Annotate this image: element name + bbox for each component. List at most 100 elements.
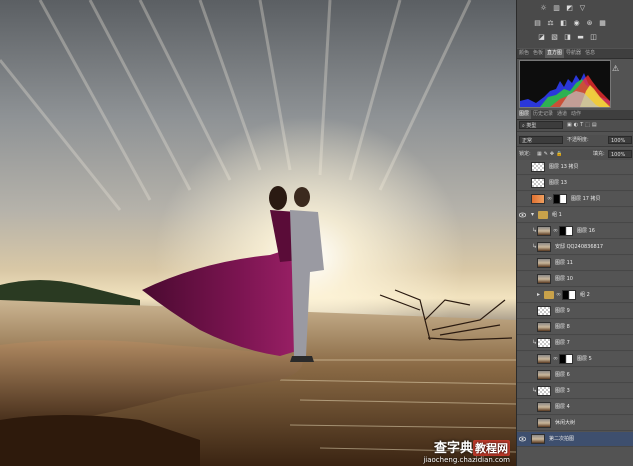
grid-icon[interactable]: ▦	[598, 19, 607, 27]
layer-row[interactable]: 图层 13	[517, 176, 633, 191]
link-icon[interactable]: ∞	[547, 192, 552, 206]
layer-thumbnail	[537, 258, 551, 268]
eye-icon[interactable]	[518, 436, 527, 442]
levels-icon[interactable]: ▤	[533, 19, 542, 27]
eye-hidden-icon[interactable]	[519, 276, 526, 282]
filter-type-label: 类型	[526, 123, 537, 129]
layer-mask[interactable]	[559, 226, 573, 236]
layer-name: 图层 7	[555, 340, 570, 346]
folder-icon	[544, 291, 554, 299]
layer-row[interactable]: 第二次拍图	[517, 432, 633, 447]
triangle-icon[interactable]: ▽	[578, 4, 587, 12]
tab-2[interactable]: 通道	[555, 110, 569, 119]
layer-row[interactable]: 图层 9	[517, 304, 633, 319]
tab-3[interactable]: 动作	[569, 110, 583, 119]
tab-2[interactable]: 直方图	[545, 49, 565, 58]
eye-hidden-icon[interactable]	[519, 260, 526, 266]
selective-color-icon[interactable]: ◫	[589, 33, 598, 41]
fill-label: 填充:	[593, 151, 605, 157]
lock-label: 锁定:	[519, 151, 531, 157]
adjustments-row: ◪ ▧ ◨ ▬ ◫	[537, 33, 598, 41]
photo-filter-icon[interactable]: ◉	[572, 19, 581, 27]
layer-name: 图层 9	[555, 308, 570, 314]
layers-list: 图层 13 拷贝图层 13 ∞ 图层 17 拷贝 ▾ 组 1 ↳ ∞ 图层 16 ↳ 安邸 QQ2…	[517, 160, 633, 466]
eye-hidden-icon[interactable]	[519, 356, 526, 362]
layer-row[interactable]: ∞ 图层 17 拷贝	[517, 192, 633, 207]
threshold-icon[interactable]: ◨	[563, 33, 572, 41]
sun-icon[interactable]: ☼	[539, 4, 548, 12]
eye-hidden-icon[interactable]	[519, 196, 526, 202]
layer-thumbnail	[537, 306, 551, 316]
tab-1[interactable]: 历史记录	[531, 110, 555, 119]
tab-0[interactable]: 颜色	[517, 49, 531, 58]
wedding-photo	[0, 0, 516, 466]
layer-row[interactable]: ↳ ∞ 图层 16	[517, 224, 633, 239]
histogram-tabs: 颜色 色板 直方图 导航器 信息	[517, 49, 633, 59]
eye-hidden-icon[interactable]	[519, 228, 526, 234]
mixer-icon[interactable]: ⊛	[585, 19, 594, 27]
opacity-input[interactable]: 100%	[608, 136, 632, 144]
curves-icon[interactable]: ◩	[565, 4, 574, 12]
tab-3[interactable]: 导航器	[564, 49, 583, 58]
layer-mask[interactable]	[562, 290, 576, 300]
layer-row[interactable]: 图层 4	[517, 400, 633, 415]
layer-name: 组 2	[580, 292, 590, 298]
eye-hidden-icon[interactable]	[519, 164, 526, 170]
balance-icon[interactable]: ⚖	[546, 19, 555, 27]
layer-row[interactable]: 图层 13 拷贝	[517, 160, 633, 175]
eye-hidden-icon[interactable]	[519, 308, 526, 314]
layer-row[interactable]: 图层 11	[517, 256, 633, 271]
posterize-icon[interactable]: ▧	[550, 33, 559, 41]
tab-0[interactable]: 图层	[517, 110, 532, 119]
link-icon[interactable]: ∞	[556, 288, 561, 302]
eye-hidden-icon[interactable]	[519, 244, 526, 250]
layer-row[interactable]: 图层 8	[517, 320, 633, 335]
document-canvas[interactable]: 查字典 教程网 jiaocheng.chazidian.com	[0, 0, 516, 466]
layer-name: 图层 4	[555, 404, 570, 410]
eye-hidden-icon[interactable]	[519, 180, 526, 186]
layer-row[interactable]: 图层 6	[517, 368, 633, 383]
layer-row[interactable]: ▸ ∞ 组 2	[517, 288, 633, 303]
layer-name: 图层 3	[555, 388, 570, 394]
link-icon[interactable]: ∞	[553, 224, 558, 238]
layer-mask[interactable]	[553, 194, 567, 204]
invert-icon[interactable]: ◪	[537, 33, 546, 41]
layer-row[interactable]: 图层 10	[517, 272, 633, 287]
eye-hidden-icon[interactable]	[519, 292, 526, 298]
layer-row[interactable]: 休闲大树	[517, 416, 633, 431]
chevron-right-icon[interactable]: ▸	[537, 288, 540, 302]
blend-mode-select[interactable]: 正常	[519, 136, 563, 144]
bw-icon[interactable]: ◧	[559, 19, 568, 27]
fill-input[interactable]: 100%	[608, 150, 632, 158]
layer-row[interactable]: ▾ 组 1	[517, 208, 633, 223]
link-icon[interactable]: ∞	[553, 352, 558, 366]
warning-icon[interactable]: ⚠	[612, 64, 619, 73]
layer-name: 图层 10	[555, 276, 573, 282]
eye-hidden-icon[interactable]	[519, 420, 526, 426]
chevron-down-icon[interactable]: ▾	[531, 208, 534, 222]
layer-thumbnail	[537, 226, 551, 236]
eye-hidden-icon[interactable]	[519, 372, 526, 378]
layer-row[interactable]: ↳ 图层 7	[517, 336, 633, 351]
layer-row[interactable]: ∞ 图层 5	[517, 352, 633, 367]
brightness-icon[interactable]: ▥	[552, 4, 561, 12]
gradient-map-icon[interactable]: ▬	[576, 33, 585, 41]
lock-icons[interactable]: ▦✎✥🔒	[537, 150, 564, 159]
eye-icon[interactable]	[518, 212, 527, 218]
layer-row[interactable]: ↳ 安邸 QQ240836817	[517, 240, 633, 255]
layer-mask[interactable]	[559, 354, 573, 364]
eye-hidden-icon[interactable]	[519, 404, 526, 410]
eye-hidden-icon[interactable]	[519, 388, 526, 394]
layer-name: 图层 13	[549, 180, 567, 186]
layers-tabs: 图层 历史记录 通道 动作	[517, 110, 633, 120]
layer-thumbnail	[537, 274, 551, 284]
layer-row[interactable]: ↳ 图层 3	[517, 384, 633, 399]
folder-icon	[538, 211, 548, 219]
layer-thumbnail	[537, 386, 551, 396]
filter-type-select[interactable]: ⌕ 类型	[519, 121, 563, 129]
eye-hidden-icon[interactable]	[519, 324, 526, 330]
eye-hidden-icon[interactable]	[519, 340, 526, 346]
tab-1[interactable]: 色板	[531, 49, 545, 58]
filter-icons[interactable]: ▣◐T⬚▤	[567, 121, 599, 130]
tab-4[interactable]: 信息	[583, 49, 597, 58]
